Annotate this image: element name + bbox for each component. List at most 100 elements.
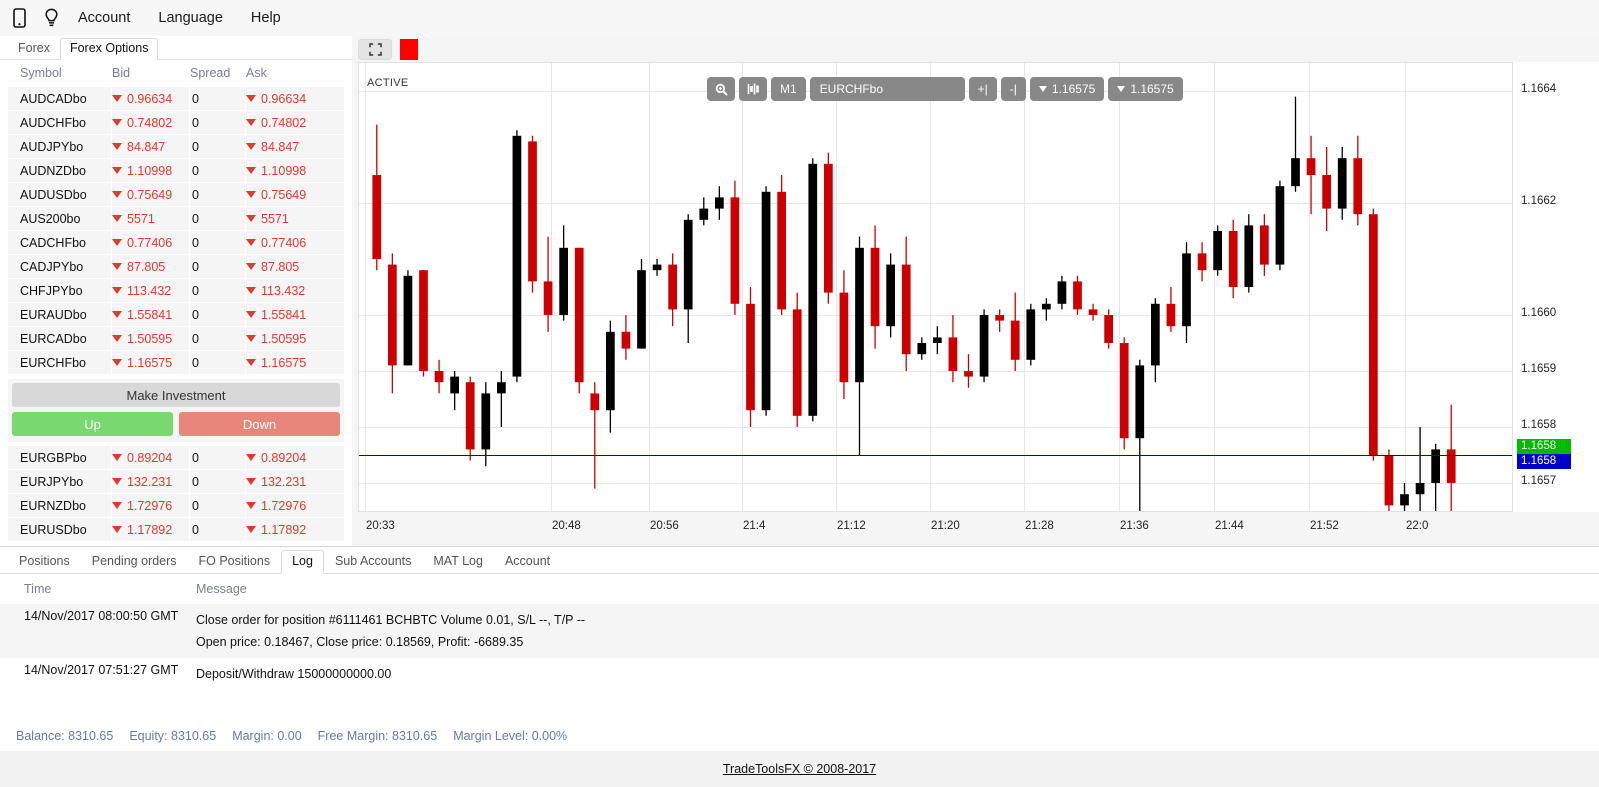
quote-row[interactable]: EURJPYbo 132.231 0 132.231 (8, 469, 344, 494)
quote-row[interactable]: AUDUSDbo 0.75649 0 0.75649 (8, 182, 344, 207)
quote-row[interactable]: EURCADbo 1.50595 0 1.50595 (8, 326, 344, 351)
candle-body (777, 191, 787, 310)
arrow-down-icon (112, 453, 122, 461)
menu-account[interactable]: Account (64, 0, 144, 36)
remove-right-button[interactable]: -| (1000, 77, 1026, 101)
quote-row[interactable]: EURNZDbo 1.72976 0 1.72976 (8, 493, 344, 518)
log-time: 14/Nov/2017 07:51:27 GMT (24, 663, 179, 677)
bid-price-button[interactable]: 1.16575 (1029, 77, 1105, 101)
arrow-down-icon (246, 238, 256, 246)
candle-body (1041, 303, 1051, 310)
menu-help[interactable]: Help (237, 0, 295, 36)
make-investment-button[interactable]: Make Investment (12, 383, 340, 407)
quote-spread: 0 (190, 517, 246, 542)
col-symbol: Symbol (20, 66, 62, 80)
arrow-down-icon (112, 118, 122, 126)
lightbulb-icon[interactable] (38, 5, 64, 31)
quote-row[interactable]: EURUSDbo 1.17892 0 1.17892 (8, 517, 344, 542)
market-watch-tabs: Forex Forex Options (0, 36, 352, 60)
quote-row[interactable]: CADCHFbo 0.77406 0 0.77406 (8, 230, 344, 255)
bottom-tab-log[interactable]: Log (281, 550, 324, 574)
quote-row[interactable]: AUDCADbo 0.96634 0 0.96634 (8, 86, 344, 111)
quote-spread: 0 (190, 158, 246, 183)
quote-row[interactable]: CHFJPYbo 113.432 0 113.432 (8, 278, 344, 303)
candle-body (714, 197, 724, 209)
quote-spread: 0 (190, 278, 246, 303)
quote-ask: 1.17892 (246, 518, 324, 542)
candle-body (746, 303, 755, 411)
candle-body (528, 141, 537, 282)
quote-bid: 132.231 (112, 469, 190, 494)
candle-body (995, 315, 1005, 321)
quote-row[interactable]: AUS200bo 5571 0 5571 (8, 206, 344, 231)
bottom-tab-mat-log[interactable]: MAT Log (422, 550, 494, 574)
candle-body (1306, 158, 1316, 175)
quote-row[interactable]: AUDCHFbo 0.74802 0 0.74802 (8, 110, 344, 135)
footer-link[interactable]: TradeToolsFX © 2008-2017 (723, 762, 876, 776)
chart-controls: M1 EURCHFbo +| -| 1.16575 1.16575 (707, 77, 1183, 101)
log-row[interactable]: 14/Nov/2017 07:51:27 GMT Deposit/Withdraw… (0, 658, 1599, 690)
indicator-icon[interactable] (739, 77, 767, 101)
candle-body (948, 337, 958, 371)
candle-body (559, 247, 569, 315)
col-spread: Spread (190, 66, 231, 80)
candle-body (886, 264, 896, 327)
quote-symbol: CADJPYbo (8, 254, 112, 279)
quote-row[interactable]: EURAUDbo 1.55841 0 1.55841 (8, 302, 344, 327)
color-swatch-red[interactable] (400, 38, 418, 60)
candle-body (917, 343, 927, 355)
tab-forex[interactable]: Forex (8, 38, 60, 60)
quote-symbol: EURJPYbo (8, 469, 112, 494)
candle-body (699, 208, 709, 220)
quote-row[interactable]: EURCHFbo 1.16575 0 1.16575 (8, 350, 344, 375)
menu-language[interactable]: Language (144, 0, 237, 36)
bid-price-badge: 1.1658 (1517, 439, 1571, 454)
bottom-tab-pending-orders[interactable]: Pending orders (81, 550, 188, 574)
zoom-icon[interactable] (707, 77, 735, 101)
up-button[interactable]: Up (12, 412, 173, 436)
quote-row[interactable]: AUDJPYbo 84.847 0 84.847 (8, 134, 344, 159)
log-rows: 14/Nov/2017 08:00:50 GMT Close order for … (0, 604, 1599, 690)
bottom-tab-account[interactable]: Account (494, 550, 561, 574)
bottom-tab-positions[interactable]: Positions (8, 550, 81, 574)
quote-spread: 0 (190, 350, 246, 375)
quote-row[interactable]: AUDNZDbo 1.10998 0 1.10998 (8, 158, 344, 183)
footer: TradeToolsFX © 2008-2017 (0, 751, 1599, 787)
log-row[interactable]: 14/Nov/2017 08:00:50 GMT Close order for … (0, 604, 1599, 658)
quotes-list-top: AUDCADbo 0.96634 0 0.96634 AUDCHFbo 0.74802 0 0… (0, 86, 352, 375)
arrow-down-icon (246, 525, 256, 533)
fullscreen-icon[interactable] (358, 38, 392, 60)
quote-spread: 0 (190, 445, 246, 470)
quote-row[interactable]: CADJPYbo 87.805 0 87.805 (8, 254, 344, 279)
time-tick-label: 21:52 (1310, 520, 1339, 532)
arrow-down-icon (246, 286, 256, 294)
candle-body (652, 264, 662, 271)
quote-bid: 0.89204 (112, 445, 190, 470)
quotes-list-bottom: EURGBPbo 0.89204 0 0.89204 EURJPYbo 132.231 0 1… (0, 445, 352, 542)
log-message-line: Close order for position #6111461 BCHBTC… (196, 613, 586, 627)
chart-canvas[interactable]: ACTIVE M1 EURCHFbo +| -| 1.16575 1.16575 (358, 62, 1513, 512)
bottom-tab-fo-positions[interactable]: FO Positions (188, 550, 282, 574)
quote-bid: 113.432 (112, 278, 190, 303)
timeframe-button[interactable]: M1 (771, 77, 806, 101)
quote-row[interactable]: EURGBPbo 0.89204 0 0.89204 (8, 445, 344, 470)
symbol-select-button[interactable]: EURCHFbo (809, 77, 965, 101)
quote-spread: 0 (190, 469, 246, 494)
quote-ask: 1.50595 (246, 327, 324, 351)
down-button[interactable]: Down (179, 412, 340, 436)
candle-body (1150, 303, 1160, 366)
candle-body (792, 309, 802, 416)
quote-ask: 0.75649 (246, 183, 324, 207)
tab-forex-options[interactable]: Forex Options (59, 38, 159, 60)
quote-ask: 0.74802 (246, 111, 324, 135)
candle-body (1368, 214, 1378, 455)
ask-price-button[interactable]: 1.16575 (1108, 77, 1183, 101)
status-free-margin: Free Margin: 8310.65 (317, 729, 438, 743)
time-tick-label: 20:48 (552, 520, 581, 532)
bottom-tab-sub-accounts[interactable]: Sub Accounts (324, 550, 422, 574)
price-tick-label: 1.1664 (1521, 83, 1557, 95)
mobile-icon[interactable] (6, 5, 32, 31)
quote-ask: 0.89204 (246, 446, 324, 470)
candle-body (574, 247, 584, 383)
add-right-button[interactable]: +| (968, 77, 997, 101)
